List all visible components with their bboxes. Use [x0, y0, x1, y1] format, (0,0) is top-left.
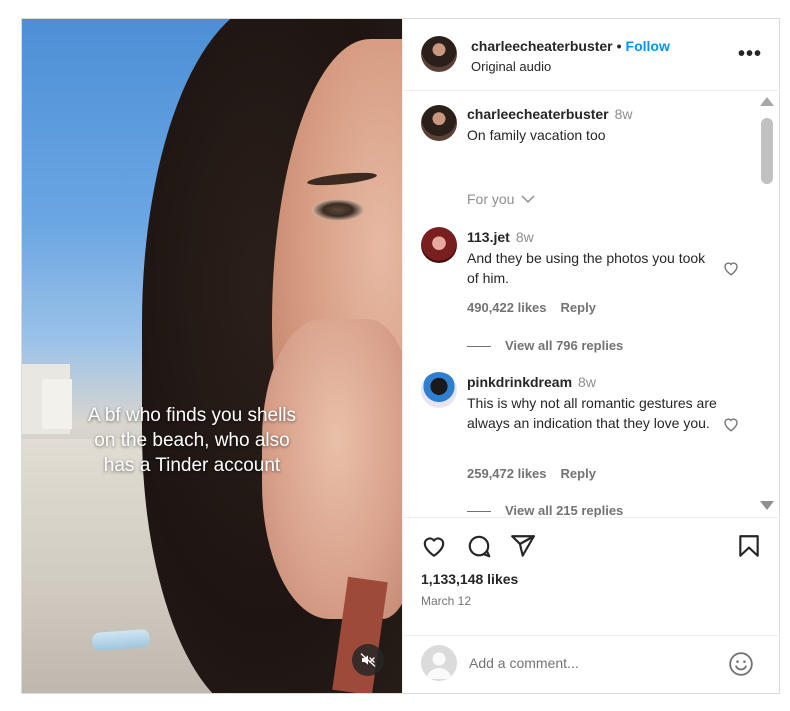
comment-icon[interactable]: [466, 533, 492, 559]
caption-user: charleecheaterbuster 8w: [467, 106, 633, 122]
add-comment-bar: [403, 635, 780, 693]
like-comment-heart-icon[interactable]: [722, 415, 740, 433]
reply-button[interactable]: Reply: [561, 466, 596, 481]
scroll-down-arrow[interactable]: [760, 501, 774, 510]
heart-icon[interactable]: [421, 533, 447, 559]
overlay-line: has a Tinder account: [103, 455, 281, 476]
avatar[interactable]: [421, 227, 457, 263]
comment-time: 8w: [515, 229, 534, 245]
post-likes-count[interactable]: 1,133,148 likes: [421, 571, 518, 587]
follow-button[interactable]: Follow: [626, 38, 670, 54]
comment-username-link[interactable]: pinkdrinkdream: [467, 374, 572, 390]
mute-button[interactable]: [352, 644, 384, 676]
overlay-line: on the beach, who also: [94, 430, 290, 451]
share-icon[interactable]: [510, 533, 536, 559]
caption-username-link[interactable]: charleecheaterbuster: [467, 106, 609, 122]
reply-button[interactable]: Reply: [561, 300, 596, 315]
comment-user: 113.jet 8w: [467, 229, 534, 245]
avatar[interactable]: [421, 372, 457, 408]
post-header: charleecheaterbuster • Follow Original aud…: [403, 19, 780, 91]
header-user-line: charleecheaterbuster • Follow: [471, 38, 670, 54]
bookmark-icon[interactable]: [736, 533, 762, 559]
more-options-icon[interactable]: •••: [738, 43, 762, 66]
divider-line: [467, 346, 491, 348]
chevron-down-icon: [521, 195, 535, 204]
comment-time: 8w: [578, 374, 596, 390]
avatar[interactable]: [421, 36, 457, 72]
comments-list[interactable]: charleecheaterbuster 8w On family vacatio…: [403, 92, 780, 517]
caption-time: 8w: [614, 106, 633, 122]
post-video[interactable]: A bf who finds you shells on the beach, …: [22, 19, 402, 693]
avatar[interactable]: [421, 105, 457, 141]
post-frame: A bf who finds you shells on the beach, …: [21, 18, 780, 694]
view-replies-button[interactable]: View all 796 replies: [467, 338, 623, 353]
avatar: [421, 645, 457, 681]
separator-dot: •: [616, 38, 622, 54]
overlay-line: A bf who finds you shells: [87, 405, 297, 426]
comment-likes[interactable]: 490,422 likes: [467, 300, 547, 315]
comment-meta: 259,472 likes Reply: [467, 466, 596, 481]
view-replies-label: View all 796 replies: [505, 338, 624, 353]
post-side-panel: charleecheaterbuster • Follow Original aud…: [402, 19, 780, 693]
comment-likes[interactable]: 259,472 likes: [467, 466, 547, 481]
comment-input[interactable]: [469, 652, 709, 674]
post-actions: 1,133,148 likes March 12: [403, 517, 780, 635]
default-avatar-icon: [426, 652, 452, 679]
video-overlay-text: A bf who finds you shells on the beach, …: [52, 403, 332, 478]
for-you-label: For you: [467, 191, 515, 207]
scroll-up-arrow[interactable]: [760, 97, 774, 106]
audio-label[interactable]: Original audio: [471, 59, 551, 74]
speaker-muted-icon: [360, 653, 376, 667]
post-date[interactable]: March 12: [421, 594, 471, 608]
emoji-icon[interactable]: [728, 651, 754, 677]
view-replies-label: View all 215 replies: [505, 503, 624, 517]
for-you-dropdown[interactable]: For you: [467, 191, 535, 207]
comment-user: pinkdrinkdream 8w: [467, 374, 596, 390]
like-comment-heart-icon[interactable]: [722, 259, 740, 277]
comment-username-link[interactable]: 113.jet: [467, 229, 510, 245]
scrollbar-thumb[interactable]: [761, 118, 773, 184]
divider-line: [467, 511, 491, 513]
comment-meta: 490,422 likes Reply: [467, 300, 596, 315]
comment-text: And they be using the photos you took of…: [467, 250, 706, 286]
view-replies-button[interactable]: View all 215 replies: [467, 503, 623, 517]
caption-text: On family vacation too: [467, 127, 606, 143]
comment-text: This is why not all romantic gestures ar…: [467, 395, 717, 431]
username-link[interactable]: charleecheaterbuster: [471, 38, 613, 54]
eye: [312, 199, 364, 221]
